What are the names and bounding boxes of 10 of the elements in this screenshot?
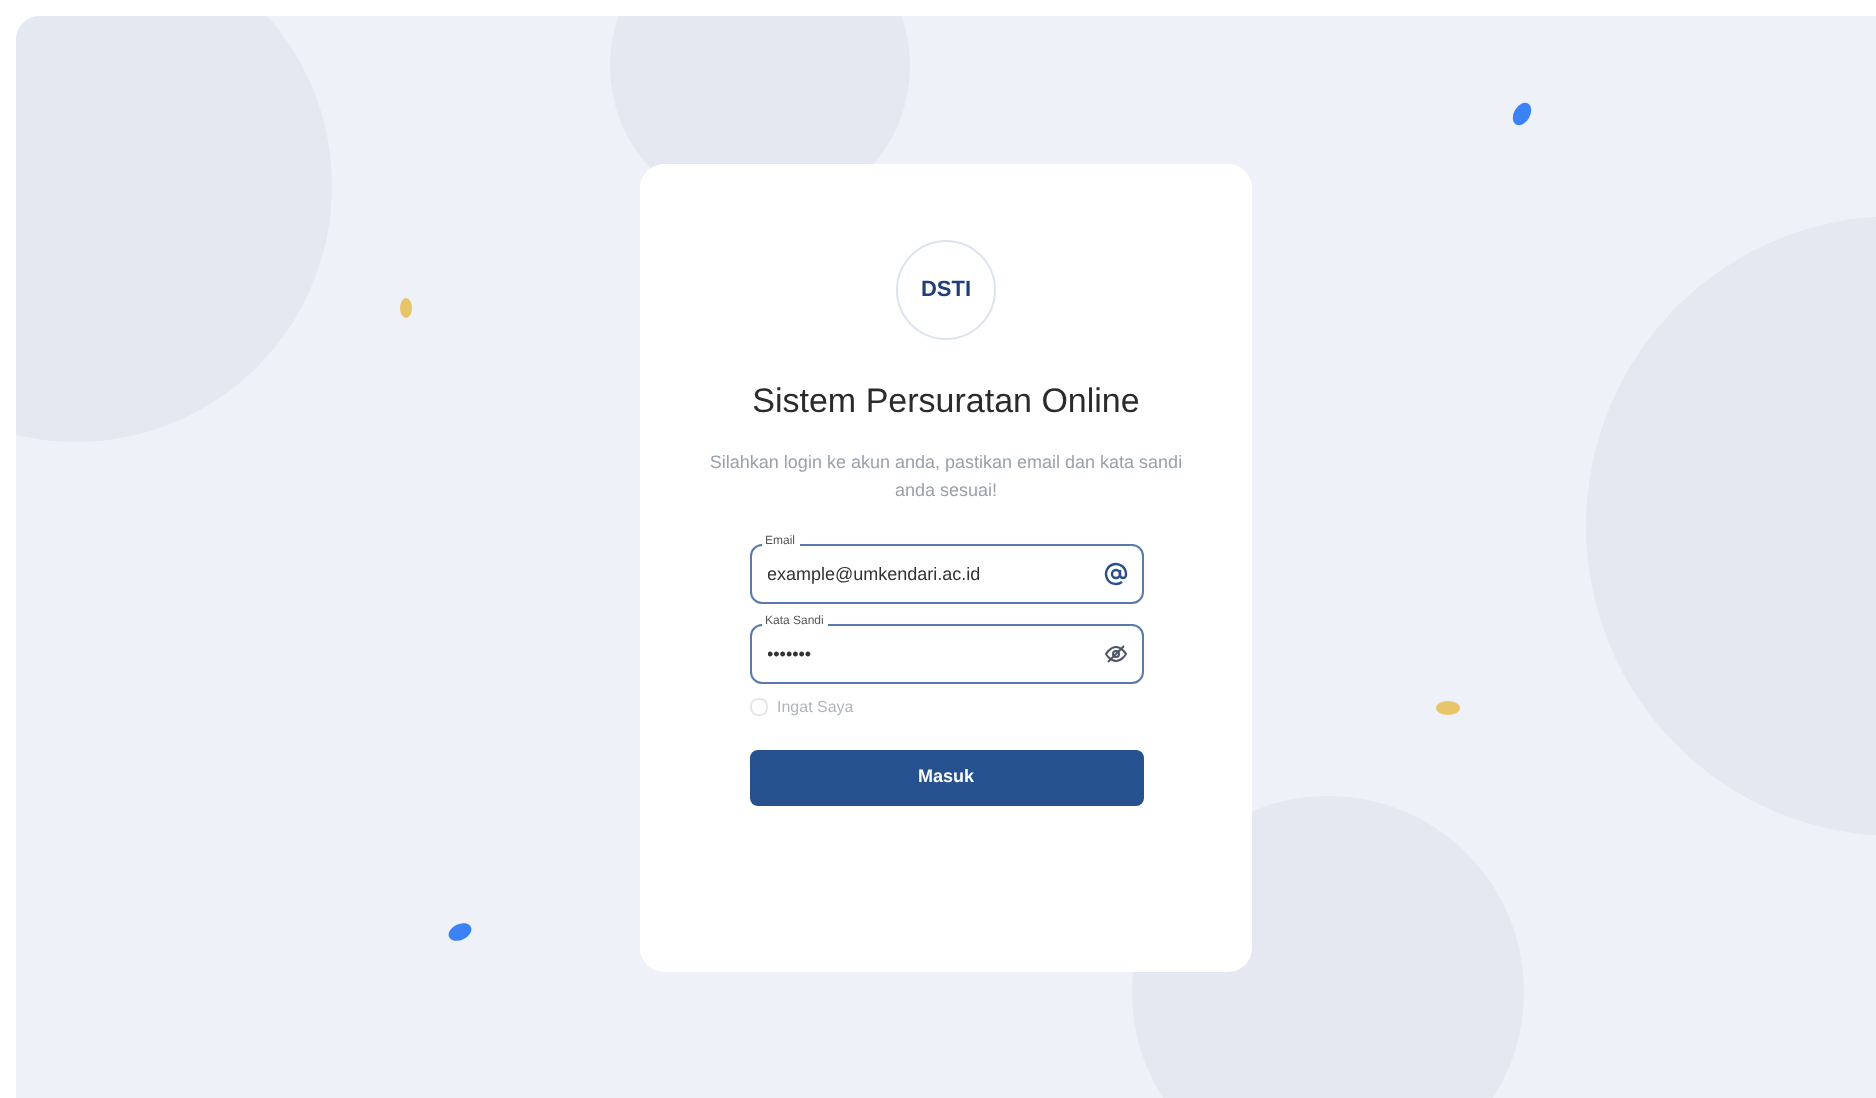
eye-off-icon[interactable] — [1103, 641, 1127, 665]
input-field[interactable]: example@umkendari.ac.id — [749, 543, 1143, 603]
subtitle: Silahkan login ke akun anda, pastikan email dan kata sandi anda sesuai! — [707, 449, 1185, 503]
login-button[interactable]: Masuk — [749, 749, 1143, 805]
page-title: Sistem Persuratan Online — [752, 380, 1140, 424]
remember-checkbox[interactable] — [749, 698, 767, 716]
logo: DSTI — [896, 240, 996, 340]
remember-label: Ingat Saya — [777, 695, 854, 719]
at-sign-icon — [1103, 561, 1127, 585]
input-field[interactable]: ••••••• — [749, 623, 1143, 683]
